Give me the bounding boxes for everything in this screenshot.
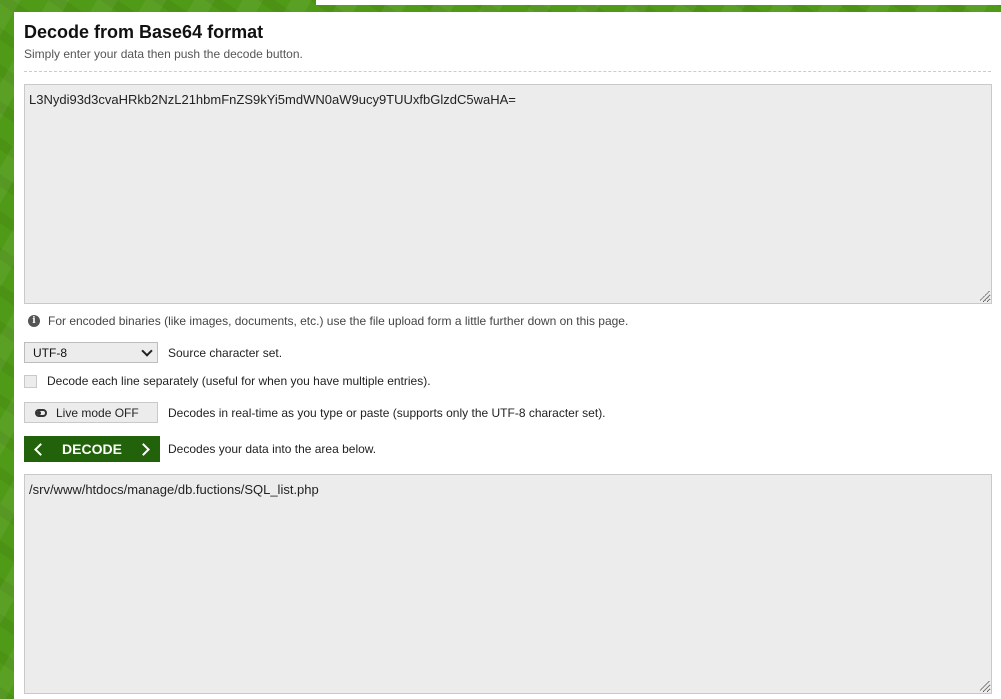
decode-panel: Decode from Base64 format Simply enter y… <box>14 12 1001 699</box>
file-upload-hint: i For encoded binaries (like images, doc… <box>28 314 628 328</box>
info-icon: i <box>28 315 40 327</box>
hint-text: For encoded binaries (like images, docum… <box>48 314 629 328</box>
charset-selected: UTF-8 <box>33 345 67 360</box>
live-mode-label: Live mode OFF <box>56 405 139 420</box>
resize-handle-icon[interactable] <box>980 291 990 301</box>
top-banner-strip <box>316 0 1001 5</box>
separate-lines-row: Decode each line separately (useful for … <box>24 374 431 388</box>
chevron-right-icon <box>137 442 150 456</box>
page-title: Decode from Base64 format <box>24 22 264 42</box>
chevron-down-icon <box>141 344 153 357</box>
charset-row: UTF-8 Source character set. <box>24 342 282 363</box>
decode-row: DECODE Decodes your data into the area b… <box>24 436 376 462</box>
separate-lines-label[interactable]: Decode each line separately (useful for … <box>47 374 431 388</box>
decode-button[interactable]: DECODE <box>24 436 160 462</box>
decode-button-label: DECODE <box>62 441 122 457</box>
live-mode-row: Live mode OFF Decodes in real-time as yo… <box>24 402 606 423</box>
live-mode-description: Decodes in real-time as you type or past… <box>168 405 606 420</box>
separate-lines-checkbox[interactable] <box>24 374 37 388</box>
charset-select[interactable]: UTF-8 <box>24 342 158 363</box>
divider <box>24 71 991 72</box>
chevron-left-icon <box>34 442 47 456</box>
base64-input[interactable]: L3Nydi93d3cvaHRkb2NzL21hbmFnZS9kYi5mdWN0… <box>24 84 992 304</box>
charset-label: Source character set. <box>168 345 283 360</box>
decode-description: Decodes your data into the area below. <box>168 442 377 456</box>
live-mode-button[interactable]: Live mode OFF <box>24 402 158 423</box>
resize-handle-icon[interactable] <box>980 681 990 691</box>
page-subtitle: Simply enter your data then push the dec… <box>24 47 303 61</box>
toggle-icon <box>35 408 47 417</box>
decoded-output[interactable]: /srv/www/htdocs/manage/db.fuctions/SQL_l… <box>24 474 992 694</box>
